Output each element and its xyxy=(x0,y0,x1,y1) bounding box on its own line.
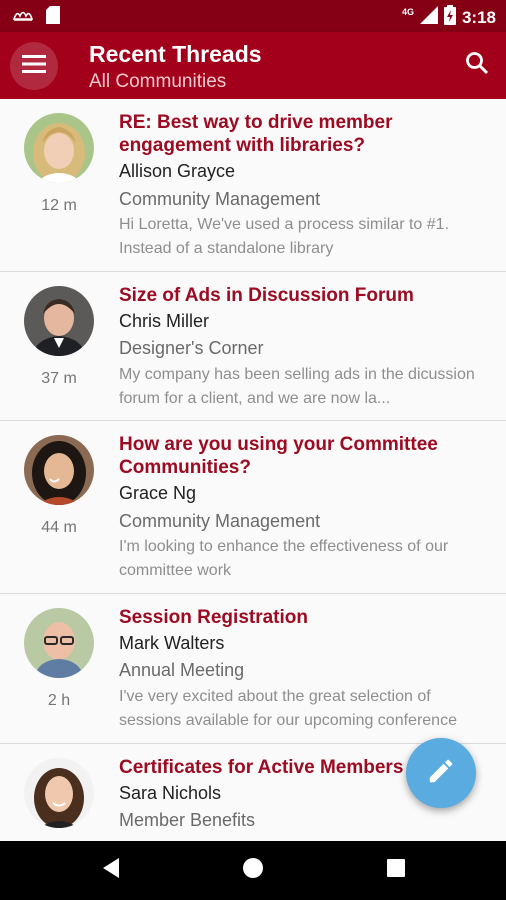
thread-author: Allison Grayce xyxy=(119,161,236,181)
thread-title[interactable]: Session Registration xyxy=(119,606,494,629)
search-icon xyxy=(465,51,489,80)
thread-title[interactable]: Size of Ads in Discussion Forum xyxy=(119,284,494,307)
app-bar: Recent Threads All Communities xyxy=(0,32,506,99)
thread-row[interactable]: 12 m RE: Best way to drive member engage… xyxy=(0,99,506,272)
thread-author: Chris Miller xyxy=(119,311,209,331)
navigation-bar xyxy=(0,841,506,900)
thread-row[interactable]: 44 m How are you using your Committee Co… xyxy=(0,421,506,594)
thread-author: Mark Walters xyxy=(119,633,225,653)
menu-button[interactable] xyxy=(10,42,58,90)
avatar xyxy=(24,435,94,505)
menu-icon xyxy=(22,54,46,78)
recents-button[interactable] xyxy=(381,855,411,885)
compose-button[interactable] xyxy=(406,738,476,808)
community-filter[interactable]: All Communities xyxy=(89,71,226,93)
thread-title[interactable]: RE: Best way to drive member engagement … xyxy=(119,111,494,157)
thread-author: Grace Ng xyxy=(119,483,197,503)
thread-time: 2 h xyxy=(47,692,71,709)
recents-icon xyxy=(386,858,406,883)
thread-snippet: Hi Loretta, We've used a process similar… xyxy=(119,216,450,257)
thread-time: 44 m xyxy=(41,519,77,536)
avatar xyxy=(24,113,94,183)
thread-community: Community Management xyxy=(119,511,321,531)
home-button[interactable] xyxy=(238,855,268,885)
page-title: Recent Threads xyxy=(89,41,262,67)
network-type: 4G xyxy=(401,6,414,17)
thread-author: Sara Nichols xyxy=(119,783,222,803)
thread-title[interactable]: How are you using your Committee Communi… xyxy=(119,433,494,479)
thread-time: 12 m xyxy=(41,197,77,214)
status-bar: 4G 3:18 xyxy=(0,0,506,32)
thread-snippet: I'm looking to enhance the effectiveness… xyxy=(119,538,449,579)
thread-community: Community Management xyxy=(119,189,321,209)
thread-row[interactable]: 37 m Size of Ads in Discussion Forum Chr… xyxy=(0,272,506,421)
thread-snippet: My company has been selling ads in the d… xyxy=(119,366,475,407)
thread-community: Designer's Corner xyxy=(119,338,264,358)
sd-card-icon xyxy=(46,6,60,29)
battery-icon xyxy=(443,5,456,30)
thread-community: Member Benefits xyxy=(119,810,256,830)
thread-row[interactable]: 2 h Session Registration Mark Walters An… xyxy=(0,594,506,744)
search-button[interactable] xyxy=(462,50,492,80)
thread-community: Annual Meeting xyxy=(119,660,245,680)
thread-time: 37 m xyxy=(41,370,77,387)
back-icon xyxy=(101,857,121,884)
avatar xyxy=(24,758,94,828)
avatar xyxy=(24,608,94,678)
home-icon xyxy=(242,857,264,884)
thread-list[interactable]: 12 m RE: Best way to drive member engage… xyxy=(0,99,506,841)
avatar xyxy=(24,286,94,356)
signal-icon xyxy=(419,6,438,29)
pencil-icon xyxy=(426,756,456,791)
clock-time: 3:18 xyxy=(461,7,496,27)
thread-snippet: I've very excited about the great select… xyxy=(119,688,457,729)
back-button[interactable] xyxy=(96,855,126,885)
notification-icon xyxy=(12,7,34,28)
